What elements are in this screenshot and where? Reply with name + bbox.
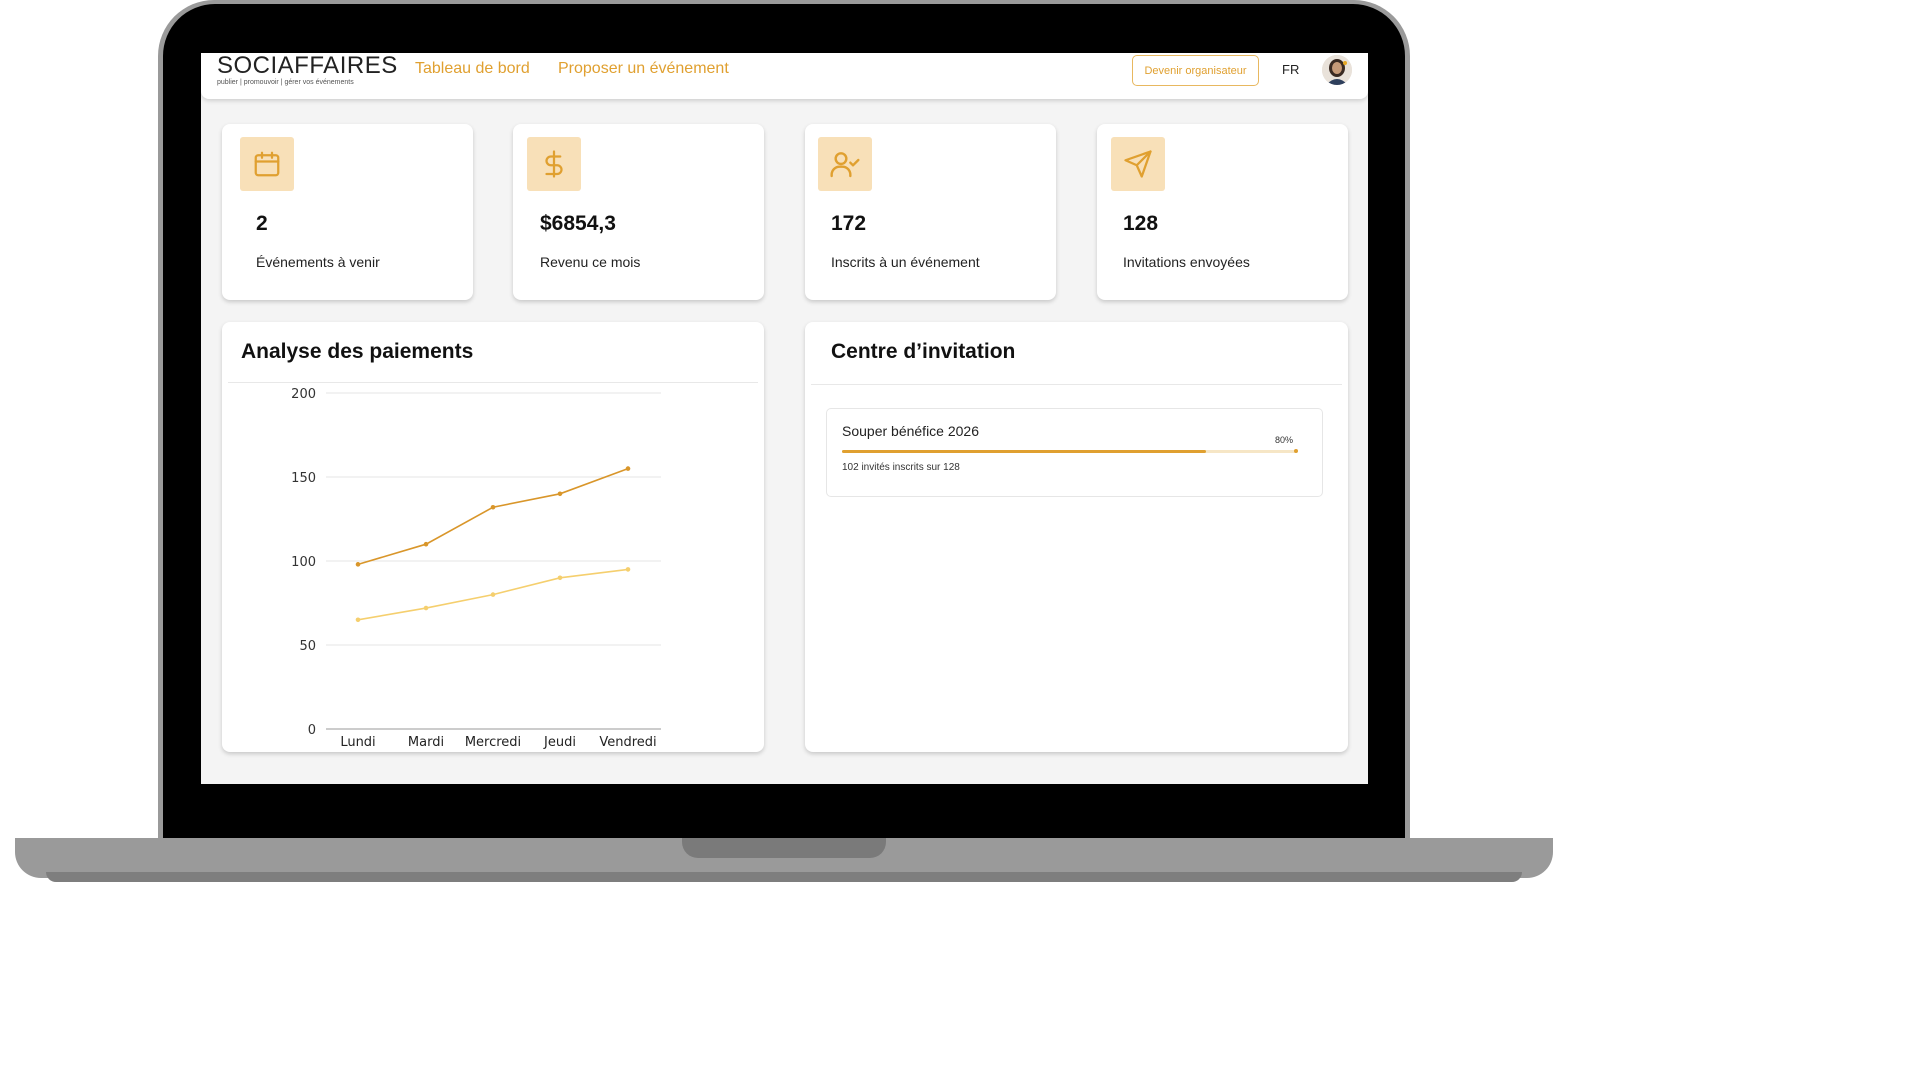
invitation-center-panel: Centre d’invitation Souper bénéfice 2026…: [805, 322, 1348, 752]
x-tick-label: Lundi: [340, 735, 375, 750]
nav-propose-event[interactable]: Proposer un événement: [558, 60, 729, 78]
data-point: [423, 541, 429, 547]
stat-label: Revenu ce mois: [540, 254, 641, 270]
y-tick-label: 0: [308, 723, 316, 738]
app-screen: SOCIAFFAIRES publier | promouvoir | gére…: [201, 53, 1368, 784]
payments-line-chart: 0 50 100 150 200 Lundi Mardi Mercredi Jeudi Vendr…: [291, 387, 661, 750]
divider: [811, 384, 1342, 385]
invitation-event-card[interactable]: Souper bénéfice 2026 80% 102 invités ins…: [826, 408, 1323, 497]
stat-label: Invitations envoyées: [1123, 254, 1250, 270]
user-avatar[interactable]: [1322, 55, 1352, 85]
top-navigation: SOCIAFFAIRES publier | promouvoir | gére…: [201, 53, 1368, 99]
avatar-image: [1322, 55, 1352, 85]
logo-name: SOCIAFFAIRES: [217, 53, 398, 79]
event-name: Souper bénéfice 2026: [842, 423, 979, 439]
series-line: [357, 467, 629, 566]
stat-card-revenue: $6854,3 Revenu ce mois: [513, 124, 764, 300]
stat-value: 172: [831, 212, 867, 235]
laptop-base-edge: [46, 872, 1522, 882]
y-tick-label: 50: [299, 639, 316, 654]
data-point: [355, 562, 361, 567]
logo-tagline: publier | promouvoir | gérer vos événeme…: [217, 79, 354, 86]
stat-value: 128: [1123, 212, 1159, 235]
progress-end-dot: [1294, 449, 1298, 453]
payments-panel: Analyse des paiements 0 50 100 150 200 Lundi M…: [222, 322, 764, 752]
send-icon: [1111, 137, 1165, 191]
become-organizer-button[interactable]: Devenir organisateur: [1132, 55, 1259, 86]
registration-summary: 102 invités inscrits sur 128: [842, 462, 960, 473]
stat-card-upcoming-events: 2 Événements à venir: [222, 124, 473, 300]
y-tick-label: 200: [291, 387, 316, 402]
calendar-icon: [240, 137, 294, 191]
laptop-notch: [682, 838, 886, 858]
progress-track: [842, 449, 1298, 453]
invitation-center-title: Centre d’invitation: [831, 340, 1016, 363]
x-tick-label: Mardi: [408, 735, 444, 750]
x-tick-label: Jeudi: [543, 735, 576, 750]
nav-dashboard[interactable]: Tableau de bord: [415, 60, 530, 78]
y-tick-label: 150: [291, 471, 316, 486]
stat-value: 2: [256, 212, 268, 235]
stat-label: Événements à venir: [256, 254, 380, 270]
data-point: [557, 575, 563, 581]
logo[interactable]: SOCIAFFAIRES publier | promouvoir | gére…: [217, 53, 398, 86]
x-tick-label: Vendredi: [599, 735, 656, 750]
stat-label: Inscrits à un événement: [831, 254, 980, 270]
data-point: [625, 567, 631, 572]
progress-fill: [842, 450, 1206, 453]
data-point: [490, 504, 496, 510]
user-check-icon: [818, 137, 872, 191]
progress-percent: 80%: [1275, 435, 1294, 445]
data-point: [557, 491, 563, 497]
data-point: [625, 466, 631, 471]
y-tick-label: 100: [291, 555, 316, 570]
stat-card-registrations: 172 Inscrits à un événement: [805, 124, 1056, 300]
dollar-icon: [527, 137, 581, 191]
language-selector[interactable]: FR: [1282, 62, 1299, 77]
stat-card-invitations: 128 Invitations envoyées: [1097, 124, 1348, 300]
stat-value: $6854,3: [540, 212, 616, 235]
x-tick-label: Mercredi: [465, 735, 521, 750]
data-point: [355, 617, 361, 623]
data-point: [490, 592, 496, 597]
data-point: [423, 605, 429, 611]
